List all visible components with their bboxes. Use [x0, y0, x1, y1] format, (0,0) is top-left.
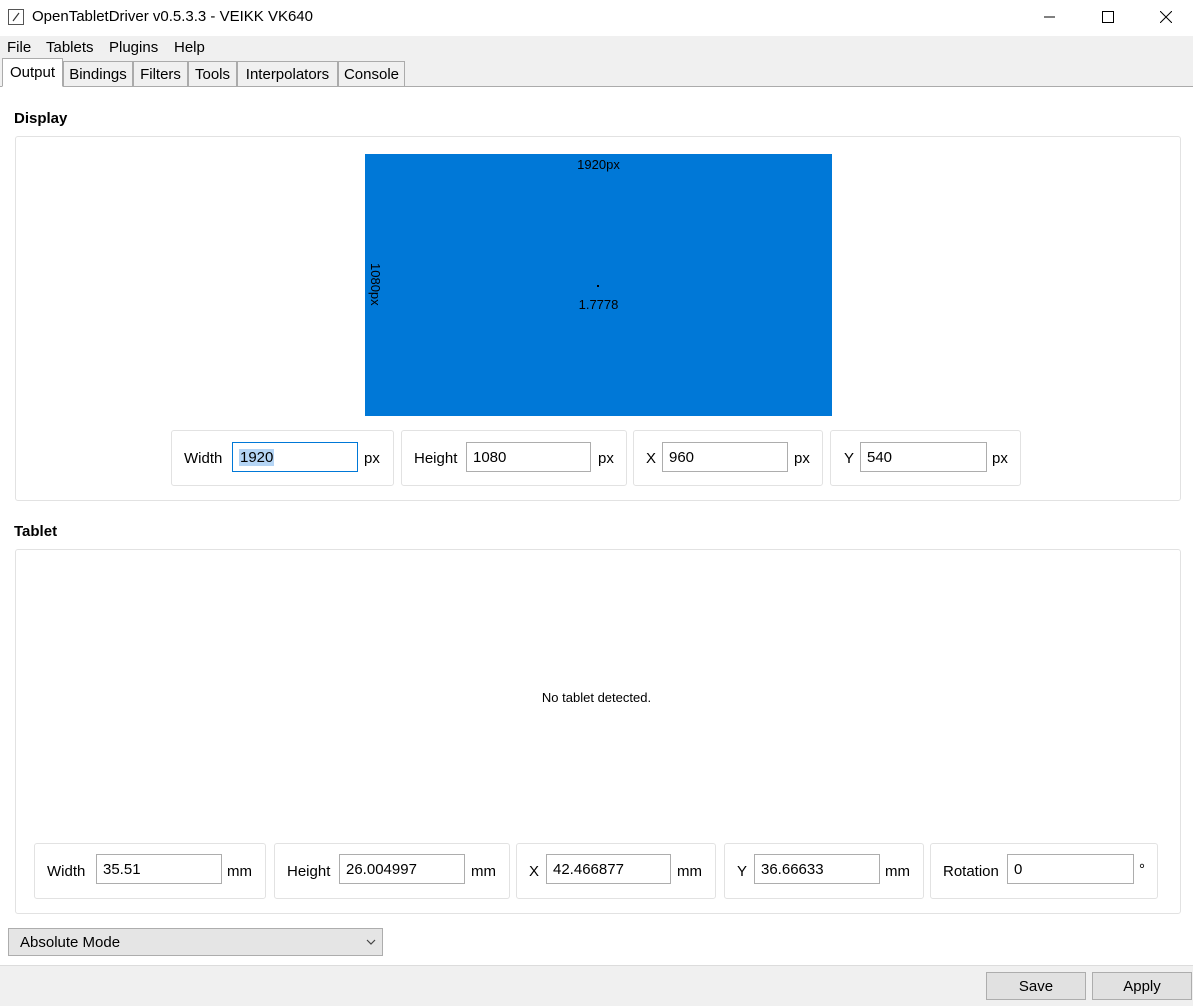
- display-height-label-text: Height: [414, 450, 458, 467]
- display-x-label-text: X: [646, 450, 657, 467]
- display-height-group: Height px: [401, 430, 627, 486]
- display-y-group: Y px: [830, 430, 1021, 486]
- menu-help[interactable]: Help: [174, 39, 205, 56]
- tablet-rotation-input[interactable]: [1007, 854, 1134, 884]
- tablet-x-label-text: X: [529, 863, 540, 880]
- tablet-height-label-text: Height: [287, 863, 331, 880]
- display-x-unit: px: [794, 450, 810, 467]
- display-section-label: Display: [14, 110, 68, 127]
- window-title: OpenTabletDriver v0.5.3.3 - VEIKK VK640: [32, 8, 313, 25]
- tab-bindings[interactable]: Bindings: [63, 61, 133, 86]
- tab-tools[interactable]: Tools: [188, 61, 237, 86]
- minimize-button[interactable]: [1021, 0, 1079, 34]
- display-aspect-ratio: 1.7778: [578, 297, 619, 312]
- display-width-unit: px: [364, 450, 380, 467]
- display-x-group: X px: [633, 430, 823, 486]
- display-center-dot: [597, 285, 599, 287]
- tablet-y-input[interactable]: [754, 854, 880, 884]
- app-icon: [8, 9, 24, 25]
- menu-bar: File Tablets Plugins Help: [0, 36, 1193, 58]
- tablet-x-input[interactable]: [546, 854, 671, 884]
- display-width-label-text: Width: [184, 450, 223, 467]
- minimize-icon: [1044, 16, 1055, 18]
- tab-filters[interactable]: Filters: [133, 61, 188, 86]
- close-icon: [1160, 11, 1172, 23]
- display-height-input[interactable]: [466, 442, 591, 472]
- menu-file[interactable]: File: [7, 39, 31, 56]
- apply-button[interactable]: Apply: [1092, 972, 1192, 1000]
- display-x-input[interactable]: [662, 442, 788, 472]
- tablet-y-label-text: Y: [737, 863, 748, 880]
- tablet-rotation-unit: °: [1139, 861, 1145, 878]
- title-bar: OpenTabletDriver v0.5.3.3 - VEIKK VK640: [0, 0, 1193, 36]
- tablet-height-unit: mm: [471, 863, 496, 880]
- tablet-x-group: X mm: [516, 843, 716, 899]
- chevron-down-icon: [366, 939, 376, 945]
- display-width-input[interactable]: 1920: [232, 442, 358, 472]
- maximize-icon: [1102, 11, 1114, 23]
- output-mode-value: Absolute Mode: [20, 934, 121, 951]
- tablet-height-input[interactable]: [339, 854, 465, 884]
- output-mode-dropdown[interactable]: Absolute Mode: [8, 928, 383, 956]
- display-y-unit: px: [992, 450, 1008, 467]
- tab-interpolators[interactable]: Interpolators: [237, 61, 338, 86]
- display-y-label-text: Y: [844, 450, 855, 467]
- tab-console[interactable]: Console: [338, 61, 405, 86]
- tablet-x-unit: mm: [677, 863, 702, 880]
- tablet-section-label: Tablet: [14, 523, 58, 540]
- close-button[interactable]: [1137, 0, 1193, 34]
- tablet-rotation-group: Rotation °: [930, 843, 1158, 899]
- display-height-unit: px: [598, 450, 614, 467]
- tablet-rotation-label-text: Rotation: [943, 863, 999, 880]
- maximize-button[interactable]: [1079, 0, 1137, 34]
- tab-output[interactable]: Output: [2, 58, 63, 87]
- save-button[interactable]: Save: [986, 972, 1086, 1000]
- display-width-group: Width 1920 px: [171, 430, 394, 486]
- tablet-y-unit: mm: [885, 863, 910, 880]
- tablet-height-group: Height mm: [274, 843, 510, 899]
- menu-tablets[interactable]: Tablets: [46, 39, 94, 56]
- tablet-width-label-text: Width: [47, 863, 86, 880]
- tablet-y-group: Y mm: [724, 843, 924, 899]
- tablet-width-group: Width mm: [34, 843, 266, 899]
- display-y-input[interactable]: [860, 442, 987, 472]
- tablet-width-input[interactable]: [96, 854, 222, 884]
- menu-plugins[interactable]: Plugins: [109, 39, 158, 56]
- tablet-status: No tablet detected.: [541, 690, 652, 705]
- display-width-label: 1920px: [577, 157, 620, 172]
- tablet-width-unit: mm: [227, 863, 252, 880]
